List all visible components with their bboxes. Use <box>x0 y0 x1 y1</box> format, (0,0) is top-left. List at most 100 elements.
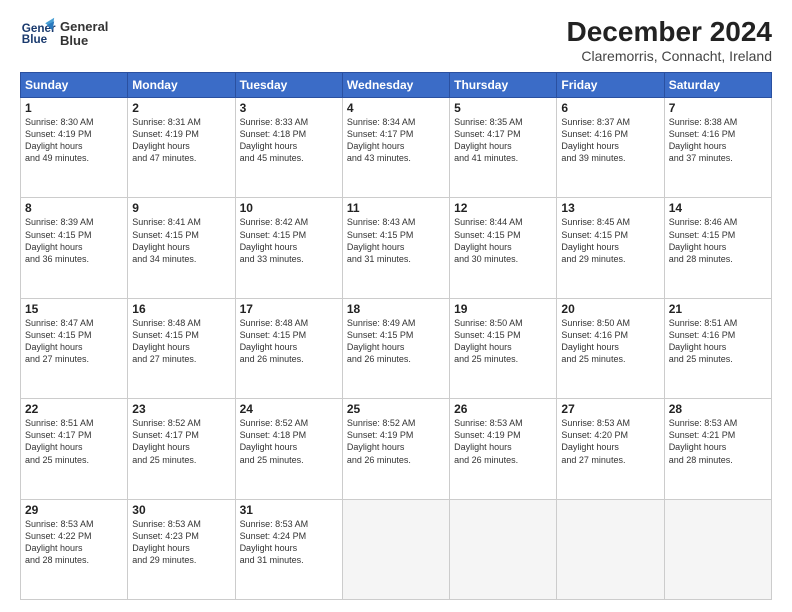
day-cell <box>450 499 557 599</box>
day-cell: 13 Sunrise: 8:45 AMSunset: 4:15 PMDaylig… <box>557 198 664 298</box>
day-number: 6 <box>561 101 659 115</box>
day-info: Sunrise: 8:53 AMSunset: 4:19 PMDaylight … <box>454 417 552 466</box>
day-info: Sunrise: 8:50 AMSunset: 4:15 PMDaylight … <box>454 317 552 366</box>
calendar-subtitle: Claremorris, Connacht, Ireland <box>567 48 772 64</box>
day-cell: 8 Sunrise: 8:39 AMSunset: 4:15 PMDayligh… <box>21 198 128 298</box>
day-cell: 16 Sunrise: 8:48 AMSunset: 4:15 PMDaylig… <box>128 298 235 398</box>
day-number: 14 <box>669 201 767 215</box>
day-number: 5 <box>454 101 552 115</box>
day-info: Sunrise: 8:35 AMSunset: 4:17 PMDaylight … <box>454 116 552 165</box>
day-number: 30 <box>132 503 230 517</box>
day-number: 20 <box>561 302 659 316</box>
day-number: 12 <box>454 201 552 215</box>
day-cell <box>342 499 449 599</box>
day-number: 4 <box>347 101 445 115</box>
day-info: Sunrise: 8:42 AMSunset: 4:15 PMDaylight … <box>240 216 338 265</box>
day-number: 7 <box>669 101 767 115</box>
day-cell: 30 Sunrise: 8:53 AMSunset: 4:23 PMDaylig… <box>128 499 235 599</box>
title-block: December 2024 Claremorris, Connacht, Ire… <box>567 16 772 64</box>
day-cell: 18 Sunrise: 8:49 AMSunset: 4:15 PMDaylig… <box>342 298 449 398</box>
day-info: Sunrise: 8:51 AMSunset: 4:16 PMDaylight … <box>669 317 767 366</box>
day-number: 2 <box>132 101 230 115</box>
calendar-body: 1 Sunrise: 8:30 AMSunset: 4:19 PMDayligh… <box>21 98 772 600</box>
day-cell: 19 Sunrise: 8:50 AMSunset: 4:15 PMDaylig… <box>450 298 557 398</box>
day-number: 24 <box>240 402 338 416</box>
day-info: Sunrise: 8:53 AMSunset: 4:20 PMDaylight … <box>561 417 659 466</box>
day-number: 9 <box>132 201 230 215</box>
day-number: 23 <box>132 402 230 416</box>
day-header-monday: Monday <box>128 73 235 98</box>
day-info: Sunrise: 8:52 AMSunset: 4:17 PMDaylight … <box>132 417 230 466</box>
day-cell: 26 Sunrise: 8:53 AMSunset: 4:19 PMDaylig… <box>450 399 557 499</box>
day-number: 15 <box>25 302 123 316</box>
day-number: 11 <box>347 201 445 215</box>
week-row-5: 29 Sunrise: 8:53 AMSunset: 4:22 PMDaylig… <box>21 499 772 599</box>
day-header-thursday: Thursday <box>450 73 557 98</box>
day-cell: 10 Sunrise: 8:42 AMSunset: 4:15 PMDaylig… <box>235 198 342 298</box>
day-cell: 28 Sunrise: 8:53 AMSunset: 4:21 PMDaylig… <box>664 399 771 499</box>
day-number: 18 <box>347 302 445 316</box>
day-info: Sunrise: 8:53 AMSunset: 4:23 PMDaylight … <box>132 518 230 567</box>
day-number: 25 <box>347 402 445 416</box>
day-info: Sunrise: 8:43 AMSunset: 4:15 PMDaylight … <box>347 216 445 265</box>
day-cell: 29 Sunrise: 8:53 AMSunset: 4:22 PMDaylig… <box>21 499 128 599</box>
day-cell: 12 Sunrise: 8:44 AMSunset: 4:15 PMDaylig… <box>450 198 557 298</box>
day-info: Sunrise: 8:34 AMSunset: 4:17 PMDaylight … <box>347 116 445 165</box>
day-number: 19 <box>454 302 552 316</box>
day-info: Sunrise: 8:45 AMSunset: 4:15 PMDaylight … <box>561 216 659 265</box>
day-info: Sunrise: 8:31 AMSunset: 4:19 PMDaylight … <box>132 116 230 165</box>
day-cell: 7 Sunrise: 8:38 AMSunset: 4:16 PMDayligh… <box>664 98 771 198</box>
day-number: 1 <box>25 101 123 115</box>
week-row-1: 1 Sunrise: 8:30 AMSunset: 4:19 PMDayligh… <box>21 98 772 198</box>
day-info: Sunrise: 8:38 AMSunset: 4:16 PMDaylight … <box>669 116 767 165</box>
day-number: 3 <box>240 101 338 115</box>
day-cell: 5 Sunrise: 8:35 AMSunset: 4:17 PMDayligh… <box>450 98 557 198</box>
day-info: Sunrise: 8:53 AMSunset: 4:21 PMDaylight … <box>669 417 767 466</box>
day-cell: 21 Sunrise: 8:51 AMSunset: 4:16 PMDaylig… <box>664 298 771 398</box>
day-number: 29 <box>25 503 123 517</box>
week-row-2: 8 Sunrise: 8:39 AMSunset: 4:15 PMDayligh… <box>21 198 772 298</box>
svg-text:Blue: Blue <box>22 33 48 46</box>
day-number: 13 <box>561 201 659 215</box>
day-info: Sunrise: 8:46 AMSunset: 4:15 PMDaylight … <box>669 216 767 265</box>
day-cell <box>664 499 771 599</box>
day-number: 8 <box>25 201 123 215</box>
day-cell: 23 Sunrise: 8:52 AMSunset: 4:17 PMDaylig… <box>128 399 235 499</box>
day-cell: 27 Sunrise: 8:53 AMSunset: 4:20 PMDaylig… <box>557 399 664 499</box>
day-cell: 31 Sunrise: 8:53 AMSunset: 4:24 PMDaylig… <box>235 499 342 599</box>
day-number: 26 <box>454 402 552 416</box>
day-cell: 25 Sunrise: 8:52 AMSunset: 4:19 PMDaylig… <box>342 399 449 499</box>
day-number: 21 <box>669 302 767 316</box>
day-cell: 2 Sunrise: 8:31 AMSunset: 4:19 PMDayligh… <box>128 98 235 198</box>
header: General Blue General Blue December 2024 … <box>20 16 772 64</box>
day-info: Sunrise: 8:41 AMSunset: 4:15 PMDaylight … <box>132 216 230 265</box>
day-cell: 9 Sunrise: 8:41 AMSunset: 4:15 PMDayligh… <box>128 198 235 298</box>
day-info: Sunrise: 8:33 AMSunset: 4:18 PMDaylight … <box>240 116 338 165</box>
day-number: 10 <box>240 201 338 215</box>
day-cell: 22 Sunrise: 8:51 AMSunset: 4:17 PMDaylig… <box>21 399 128 499</box>
day-cell: 4 Sunrise: 8:34 AMSunset: 4:17 PMDayligh… <box>342 98 449 198</box>
day-info: Sunrise: 8:51 AMSunset: 4:17 PMDaylight … <box>25 417 123 466</box>
day-number: 31 <box>240 503 338 517</box>
day-cell: 6 Sunrise: 8:37 AMSunset: 4:16 PMDayligh… <box>557 98 664 198</box>
day-info: Sunrise: 8:30 AMSunset: 4:19 PMDaylight … <box>25 116 123 165</box>
day-info: Sunrise: 8:49 AMSunset: 4:15 PMDaylight … <box>347 317 445 366</box>
day-number: 17 <box>240 302 338 316</box>
day-header-friday: Friday <box>557 73 664 98</box>
day-cell: 24 Sunrise: 8:52 AMSunset: 4:18 PMDaylig… <box>235 399 342 499</box>
day-header-tuesday: Tuesday <box>235 73 342 98</box>
day-info: Sunrise: 8:50 AMSunset: 4:16 PMDaylight … <box>561 317 659 366</box>
day-cell: 11 Sunrise: 8:43 AMSunset: 4:15 PMDaylig… <box>342 198 449 298</box>
day-cell: 17 Sunrise: 8:48 AMSunset: 4:15 PMDaylig… <box>235 298 342 398</box>
day-info: Sunrise: 8:44 AMSunset: 4:15 PMDaylight … <box>454 216 552 265</box>
day-info: Sunrise: 8:52 AMSunset: 4:19 PMDaylight … <box>347 417 445 466</box>
logo-line1: General <box>60 20 108 34</box>
day-info: Sunrise: 8:53 AMSunset: 4:22 PMDaylight … <box>25 518 123 567</box>
day-cell: 1 Sunrise: 8:30 AMSunset: 4:19 PMDayligh… <box>21 98 128 198</box>
calendar-table: SundayMondayTuesdayWednesdayThursdayFrid… <box>20 72 772 600</box>
week-row-3: 15 Sunrise: 8:47 AMSunset: 4:15 PMDaylig… <box>21 298 772 398</box>
day-info: Sunrise: 8:53 AMSunset: 4:24 PMDaylight … <box>240 518 338 567</box>
day-info: Sunrise: 8:37 AMSunset: 4:16 PMDaylight … <box>561 116 659 165</box>
day-cell <box>557 499 664 599</box>
day-info: Sunrise: 8:47 AMSunset: 4:15 PMDaylight … <box>25 317 123 366</box>
